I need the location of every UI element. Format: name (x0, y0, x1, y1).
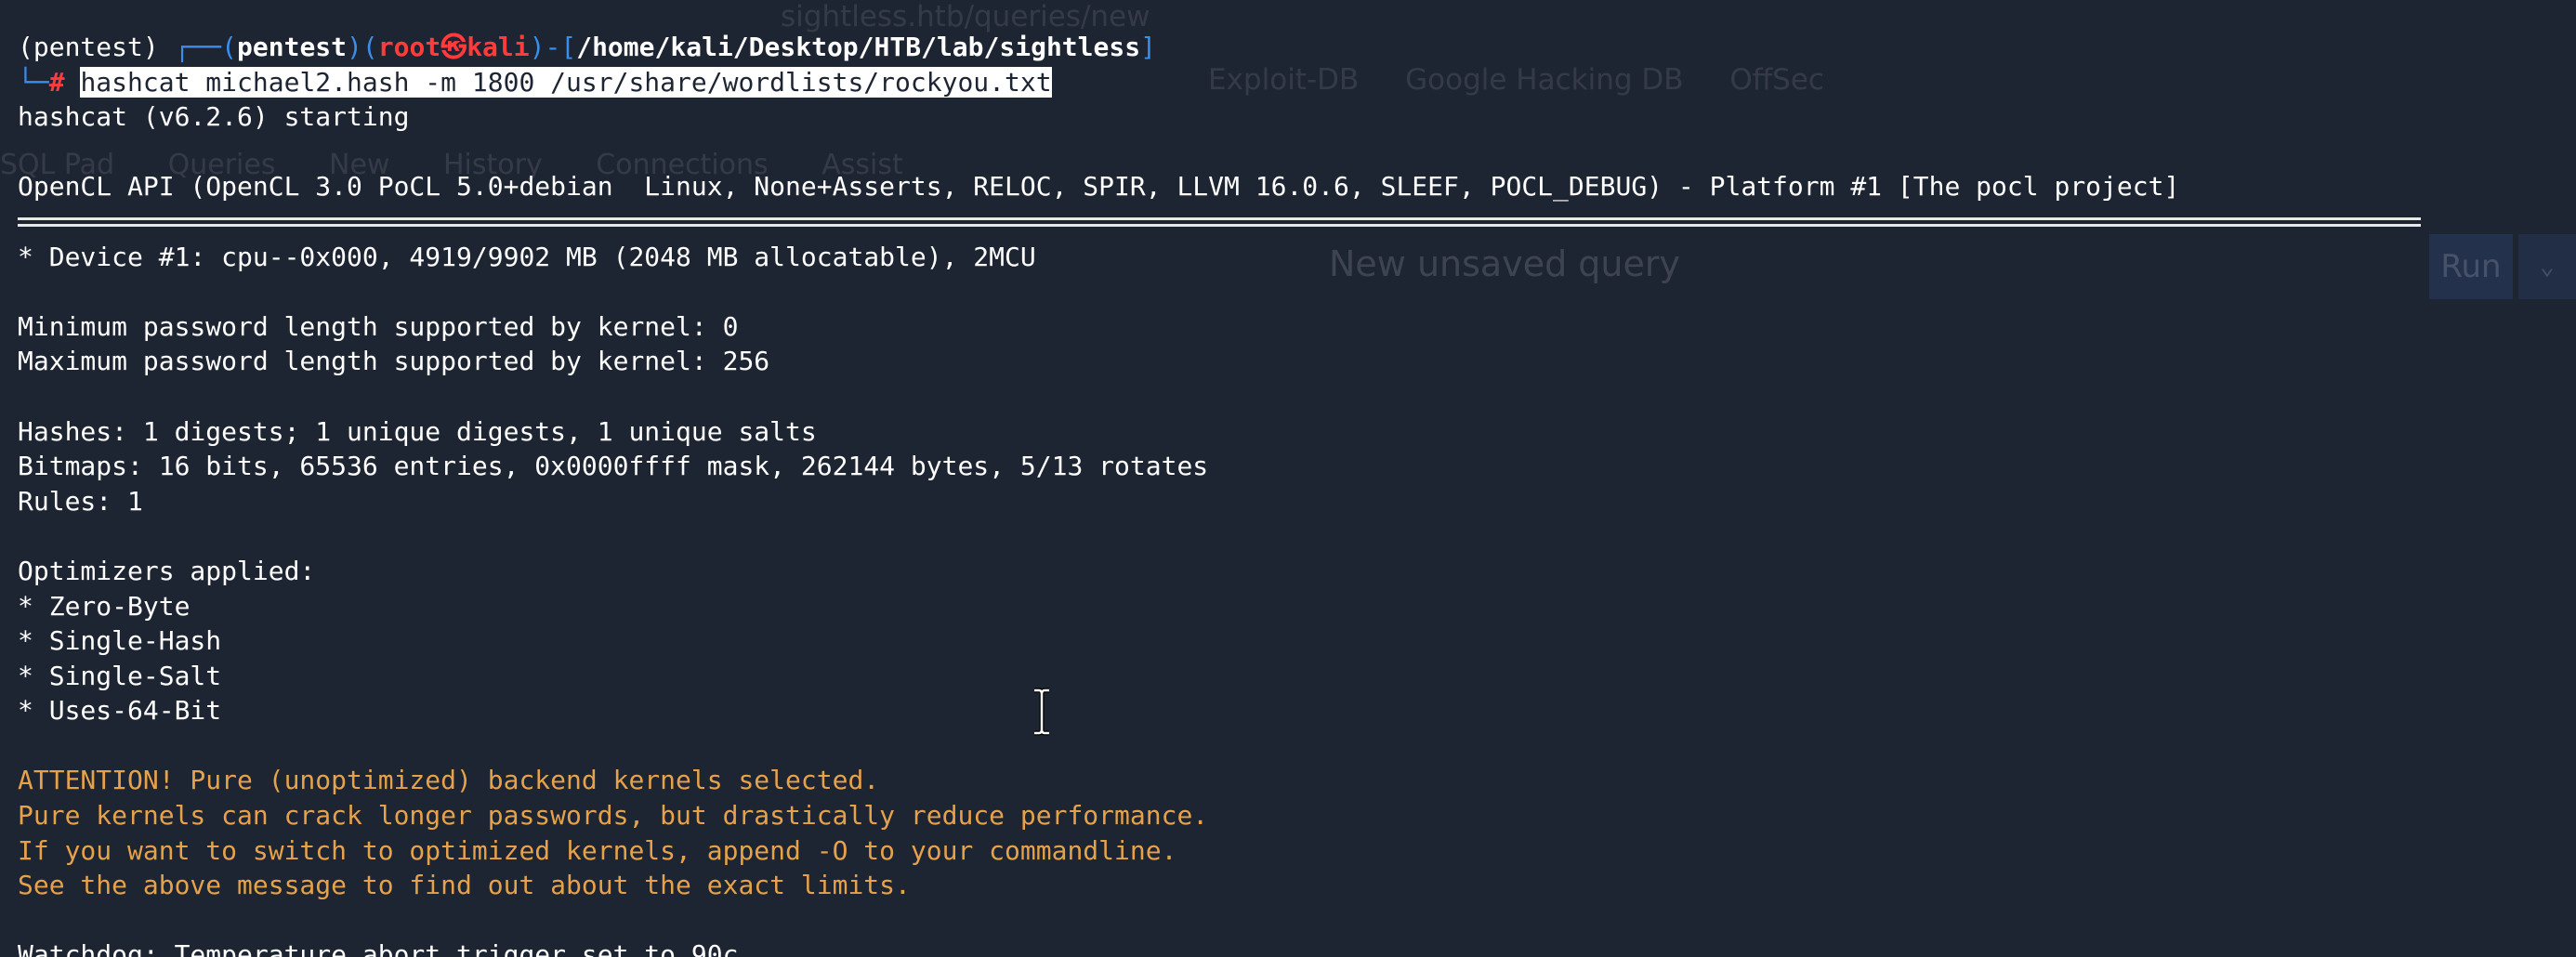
output-line: Minimum password length supported by ker… (18, 310, 739, 342)
output-line: OpenCL API (OpenCL 3.0 PoCL 5.0+debian L… (18, 171, 2180, 203)
attention-line: Pure kernels can crack longer passwords,… (18, 800, 1209, 832)
prompt-path: /home/kali/Desktop/HTB/lab/sightless (576, 32, 1141, 62)
terminal-output[interactable]: (pentest) ┌──(pentest)(root㉿kali)-[/home… (18, 30, 2421, 957)
output-line: Rules: 1 (18, 485, 143, 517)
ghost-run-button: Run (2429, 234, 2513, 299)
prompt-root: root (377, 32, 441, 62)
prompt-at-icon: ㉿ (440, 32, 467, 62)
separator-rule (18, 204, 2421, 240)
prompt-venv: (pentest) (18, 32, 159, 62)
prompt-host: kali (467, 32, 530, 62)
selected-command[interactable]: hashcat michael2.hash -m 1800 /usr/share… (80, 66, 1052, 98)
optimizer-item: * Single-Hash (18, 625, 222, 657)
output-line: Optimizers applied: (18, 555, 316, 586)
attention-line: If you want to switch to optimized kerne… (18, 834, 1177, 866)
prompt-line: (pentest) ┌──(pentest)(root㉿kali)-[/home… (18, 32, 1156, 62)
ghost-url: sightless.htb/queries/new (781, 0, 1150, 33)
prompt-box-open: ┌──( (174, 32, 238, 62)
output-line: * Device #1: cpu--0x000, 4919/9902 MB (2… (18, 241, 1036, 272)
prompt-close-bracket: ] (1140, 32, 1156, 62)
output-line: Maximum password length supported by ker… (18, 346, 770, 377)
optimizer-item: * Uses-64-Bit (18, 695, 222, 727)
optimizer-item: * Single-Salt (18, 660, 222, 691)
prompt-hash: # (48, 66, 65, 98)
text-cursor-icon (1034, 688, 1049, 736)
output-line: Bitmaps: 16 bits, 65536 entries, 0x0000f… (18, 451, 1209, 482)
attention-line: ATTENTION! Pure (unoptimized) backend ke… (18, 765, 880, 796)
command-line: └─# hashcat michael2.hash -m 1800 /usr/s… (18, 65, 2179, 100)
terminal-window[interactable]: sightless.htb/queries/new Exploit-DB Goo… (0, 0, 2576, 957)
output-line: Watchdog: Temperature abort trigger set … (18, 939, 739, 957)
optimizer-item: * Zero-Byte (18, 590, 191, 622)
output-line: hashcat (v6.2.6) starting (18, 101, 410, 133)
attention-line: See the above message to find out about … (18, 870, 911, 901)
prompt-corner: └─ (18, 66, 49, 98)
ghost-run-dropdown-icon: ⌄ (2518, 234, 2576, 299)
prompt-user: pentest (237, 32, 348, 62)
prompt-dash-bracket: )-[ (529, 32, 577, 62)
output-line: Hashes: 1 digests; 1 unique digests, 1 u… (18, 415, 817, 447)
